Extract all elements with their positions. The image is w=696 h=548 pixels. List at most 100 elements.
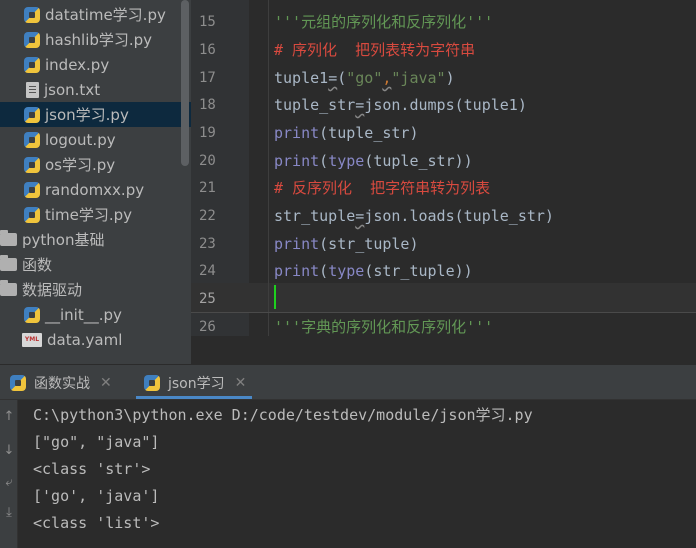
tree-item-index[interactable]: index.py	[0, 52, 191, 77]
builtin: print	[274, 235, 320, 253]
tree-folder-python-basics[interactable]: python基础	[0, 227, 191, 252]
tree-item-label: 函数	[22, 256, 53, 274]
scroll-down-icon[interactable]: ↓	[2, 444, 16, 458]
tree-folder-functions[interactable]: 函数	[0, 252, 191, 277]
project-tree: datatime学习.py hashlib学习.py index.py json…	[0, 0, 191, 364]
operator: =	[355, 96, 365, 114]
string-literal: "go"	[346, 69, 383, 87]
comment: # 反序列化 把字符串转为列表	[274, 179, 491, 197]
yaml-file-icon: YML	[22, 332, 42, 347]
folder-icon	[0, 280, 17, 296]
builtin: print	[274, 152, 320, 170]
tree-item-label: datatime学习.py	[45, 6, 166, 24]
comment: # 序列化 把列表转为字符串	[274, 41, 476, 59]
python-file-icon	[24, 56, 40, 73]
code-line-18: tuple_str=json.dumps(tuple1)	[274, 91, 527, 119]
builtin: print	[274, 124, 320, 142]
current-line-highlight	[191, 283, 696, 313]
scroll-to-end-icon[interactable]: ⤓	[2, 506, 16, 520]
python-file-icon	[24, 181, 40, 198]
code-line-17: tuple1=("go","java")	[274, 64, 455, 92]
scroll-up-icon[interactable]: ↑	[2, 410, 16, 424]
line-number: 20	[199, 153, 216, 169]
expression: (str_tuple)	[319, 235, 419, 253]
line-number: 17	[199, 70, 216, 86]
tree-item-label: python基础	[22, 231, 105, 249]
soft-wrap-icon[interactable]: ⤶	[2, 476, 16, 490]
python-file-icon	[24, 156, 40, 173]
console-line: <class 'str'>	[33, 460, 151, 478]
python-file-icon	[24, 6, 40, 23]
expression: json.dumps(tuple1)	[364, 96, 527, 114]
run-tab-label: 函数实战	[34, 376, 90, 392]
python-file-icon	[24, 131, 40, 148]
tree-item-label: __init__.py	[45, 305, 122, 324]
line-number: 16	[199, 42, 216, 58]
tree-item-hashlib[interactable]: hashlib学习.py	[0, 27, 191, 52]
expression: (tuple_str)	[319, 124, 419, 142]
line-number: 22	[199, 208, 216, 224]
code-line-23: print(str_tuple)	[274, 230, 419, 258]
python-file-icon	[24, 206, 40, 223]
builtin: print	[274, 262, 320, 280]
tree-item-time[interactable]: time学习.py	[0, 202, 191, 227]
line-number: 26	[199, 319, 216, 335]
tree-item-label: 数据驱动	[22, 281, 83, 299]
tree-item-label: hashlib学习.py	[45, 31, 153, 49]
expression: json.loads(tuple_str)	[364, 207, 554, 225]
paren: (	[319, 262, 329, 280]
console-line: <class 'list'>	[33, 514, 160, 532]
code-line-22: str_tuple=json.loads(tuple_str)	[274, 202, 554, 230]
tree-item-label: json学习.py	[45, 106, 129, 124]
code-line-16: # 序列化 把列表转为字符串	[274, 36, 475, 64]
line-number: 18	[199, 97, 216, 113]
line-number: 25	[199, 291, 216, 307]
line-number: 15	[199, 14, 216, 30]
folder-icon	[0, 230, 17, 246]
tree-item-label: time学习.py	[45, 206, 133, 224]
tree-item-os[interactable]: os学习.py	[0, 152, 191, 177]
tree-item-label: logout.py	[45, 130, 116, 149]
tree-scrollbar[interactable]	[181, 0, 189, 166]
tree-item-logout[interactable]: logout.py	[0, 127, 191, 152]
indent-guide	[268, 0, 269, 336]
active-tab-indicator	[136, 396, 252, 399]
builtin: type	[328, 152, 365, 170]
builtin: type	[328, 262, 365, 280]
tree-item-label: os学习.py	[45, 156, 116, 174]
code-line-15: '''元组的序列化和反序列化'''	[274, 8, 493, 36]
run-tab-functions[interactable]: 函数实战 ✕	[10, 365, 112, 401]
expression: (str_tuple))	[364, 262, 473, 280]
console-line: ['go', 'java']	[33, 487, 160, 505]
tree-folder-data-driven[interactable]: 数据驱动	[0, 277, 191, 302]
line-number: 24	[199, 263, 216, 279]
line-number: 21	[199, 180, 216, 196]
code-line-19: print(tuple_str)	[274, 119, 419, 147]
text-file-icon	[26, 81, 39, 98]
tree-item-datatime[interactable]: datatime学习.py	[0, 2, 191, 27]
tree-item-label: randomxx.py	[45, 180, 145, 199]
tree-item-json-study[interactable]: json学习.py	[0, 102, 191, 127]
python-file-icon	[10, 375, 26, 391]
expression: (tuple_str))	[364, 152, 473, 170]
docstring: '''字典的序列化和反序列化'''	[274, 318, 494, 336]
close-icon[interactable]: ✕	[235, 375, 247, 391]
line-number: 23	[199, 236, 216, 252]
operator: =	[355, 207, 365, 225]
run-toolbar: ↑ ↓ ⤶ ⤓	[0, 400, 18, 548]
code-line-20: print(type(tuple_str))	[274, 147, 473, 175]
paren: (	[337, 69, 347, 87]
run-panel-header: 函数实战 ✕ json学习 ✕	[0, 364, 696, 400]
text-caret	[274, 285, 276, 309]
tree-item-init[interactable]: __init__.py	[0, 302, 191, 327]
tree-item-randomxx[interactable]: randomxx.py	[0, 177, 191, 202]
tree-item-data-yaml[interactable]: YML data.yaml	[0, 327, 191, 352]
python-file-icon	[24, 31, 40, 48]
console-line: C:\python3\python.exe D:/code/testdev/mo…	[33, 406, 533, 424]
identifier: tuple_str	[274, 96, 356, 114]
close-icon[interactable]: ✕	[100, 375, 112, 391]
code-line-21: # 反序列化 把字符串转为列表	[274, 174, 490, 202]
tree-item-json-txt[interactable]: json.txt	[0, 77, 191, 102]
tree-item-label: index.py	[45, 55, 110, 74]
python-file-icon	[24, 306, 40, 323]
